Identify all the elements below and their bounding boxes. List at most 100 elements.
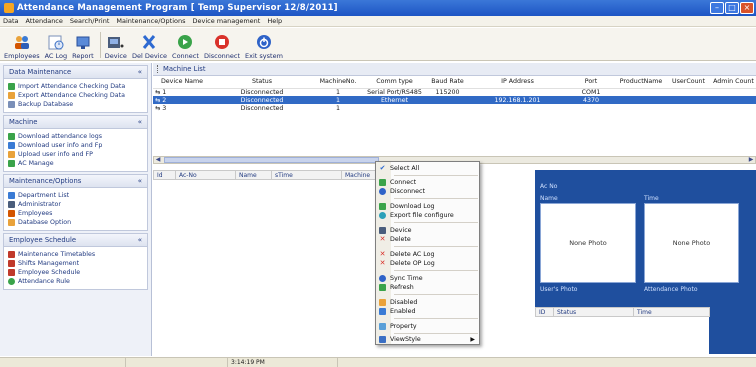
- status-bar: 3:14:19 PM: [0, 357, 756, 367]
- department-icon: [8, 192, 15, 199]
- menu-disconnect[interactable]: Disconnect: [379, 187, 479, 196]
- section-maintenance-options[interactable]: Maintenance/Options «: [3, 174, 148, 188]
- col-ac-no[interactable]: Ac-No: [175, 170, 236, 180]
- menu-sync-time[interactable]: Sync Time: [379, 274, 479, 283]
- connect-button[interactable]: Connect: [172, 29, 199, 60]
- photo-log-body: [535, 317, 709, 354]
- close-button[interactable]: ×: [740, 2, 754, 14]
- col-photo-id[interactable]: ID: [535, 307, 554, 317]
- delete-icon: ✕: [379, 235, 386, 243]
- table-row[interactable]: ⇆ 3 Disconnected 1: [153, 104, 756, 112]
- nav-ac-manage[interactable]: AC Manage: [8, 159, 143, 168]
- menu-disabled[interactable]: Disabled: [379, 298, 479, 307]
- menu-delete-op-log[interactable]: ✕ Delete OP Log: [379, 259, 479, 268]
- menu-select-all[interactable]: ✔ Select All: [379, 164, 479, 173]
- menu-delete[interactable]: ✕ Delete: [379, 235, 479, 244]
- clock-icon: [46, 34, 66, 50]
- col-port[interactable]: Port: [566, 76, 616, 89]
- minimize-button[interactable]: –: [710, 2, 724, 14]
- menu-attendance[interactable]: Attendance: [26, 17, 63, 25]
- machine-body: Download attendance logs Download user i…: [3, 129, 148, 172]
- download-icon: [8, 133, 15, 140]
- ac-log-button[interactable]: AC Log: [45, 29, 67, 60]
- status-time: 3:14:19 PM: [228, 358, 338, 367]
- menu-help[interactable]: Help: [267, 17, 282, 25]
- col-machine-no[interactable]: MachineNo.: [313, 76, 363, 89]
- menu-maintenance-options[interactable]: Maintenance/Options: [116, 17, 185, 25]
- section-data-maintenance[interactable]: Data Maintenance «: [3, 65, 148, 79]
- nav-department-list[interactable]: Department List: [8, 191, 143, 200]
- scroll-left-icon[interactable]: ◀: [154, 157, 162, 163]
- menu-connect[interactable]: Connect: [379, 178, 479, 187]
- del-device-button[interactable]: Del Device: [132, 29, 167, 60]
- menu-property[interactable]: Property: [379, 322, 479, 331]
- nav-employees[interactable]: Employees: [8, 209, 143, 218]
- report-button[interactable]: Report: [72, 29, 94, 60]
- menu-refresh[interactable]: Refresh: [379, 283, 479, 292]
- maximize-button[interactable]: □: [725, 2, 739, 14]
- nav-maintenance-timetables[interactable]: Maintenance Timetables: [8, 250, 143, 259]
- device-button[interactable]: Device: [105, 29, 127, 60]
- col-admin-count[interactable]: Admin Count: [711, 76, 756, 89]
- menu-data[interactable]: Data: [3, 17, 19, 25]
- col-user-count[interactable]: UserCount: [666, 76, 711, 89]
- section-machine[interactable]: Machine «: [3, 115, 148, 129]
- download-user-icon: [8, 142, 15, 149]
- collapse-icon[interactable]: «: [138, 68, 142, 76]
- menu-enabled[interactable]: Enabled: [379, 307, 479, 316]
- menu-download-log[interactable]: Download Log: [379, 202, 479, 211]
- context-menu: ✔ Select All Connect Disconnect Download …: [375, 161, 480, 345]
- nav-download-logs[interactable]: Download attendance logs: [8, 132, 143, 141]
- upload-icon: [8, 151, 15, 158]
- name-label: Name: [540, 195, 558, 202]
- nav-attendance-rule[interactable]: Attendance Rule: [8, 277, 143, 286]
- collapse-icon[interactable]: «: [138, 177, 142, 185]
- col-ip-address[interactable]: IP Address: [469, 76, 566, 89]
- maintenance-body: Department List Administrator Employees …: [3, 188, 148, 231]
- delete-icon: ✕: [379, 259, 386, 267]
- nav-import-attendance[interactable]: Import Attendance Checking Data: [8, 82, 143, 91]
- col-photo-time[interactable]: Time: [633, 307, 710, 317]
- nav-upload-user-info[interactable]: Upload user info and FP: [8, 150, 143, 159]
- nav-employee-schedule[interactable]: Employee Schedule: [8, 268, 143, 277]
- menu-viewstyle[interactable]: ViewStyle ▶: [379, 335, 479, 344]
- scroll-thumb[interactable]: [164, 157, 379, 163]
- nav-shifts-management[interactable]: Shifts Management: [8, 259, 143, 268]
- property-icon: [379, 323, 386, 330]
- check-icon: ✔: [379, 164, 386, 172]
- col-device-name[interactable]: Device Name: [153, 76, 211, 89]
- exit-system-button[interactable]: Exit system: [245, 29, 283, 60]
- nav-download-user-info[interactable]: Download user info and Fp: [8, 141, 143, 150]
- menu-device[interactable]: Device: [379, 226, 479, 235]
- nav-administrator[interactable]: Administrator: [8, 200, 143, 209]
- collapse-icon[interactable]: «: [138, 236, 142, 244]
- col-baud-rate[interactable]: Baud Rate: [426, 76, 469, 89]
- menu-export-file-configure[interactable]: Export file configure: [379, 211, 479, 220]
- menu-bar: Data Attendance Search/Print Maintenance…: [0, 16, 756, 27]
- col-id[interactable]: Id: [153, 170, 176, 180]
- col-photo-status[interactable]: Status: [553, 307, 634, 317]
- col-status[interactable]: Status: [211, 76, 313, 89]
- employees-button[interactable]: Employees: [4, 29, 40, 60]
- schedule-body: Maintenance Timetables Shifts Management…: [3, 247, 148, 290]
- nav-database-option[interactable]: Database Option: [8, 218, 143, 227]
- table-row[interactable]: ⇆ 1 Disconnected 1 Serial Port/RS485 11520…: [153, 88, 756, 96]
- disconnect-button[interactable]: Disconnect: [204, 29, 240, 60]
- scroll-right-icon[interactable]: ▶: [747, 157, 755, 163]
- menu-delete-ac-log[interactable]: ✕ Delete AC Log: [379, 250, 479, 259]
- section-employee-schedule[interactable]: Employee Schedule «: [3, 233, 148, 247]
- col-product-name[interactable]: ProductName: [616, 76, 666, 89]
- nav-backup-database[interactable]: Backup Database: [8, 100, 143, 109]
- col-stime[interactable]: sTime: [271, 170, 342, 180]
- schedule-icon: [8, 269, 15, 276]
- viewstyle-icon: [379, 336, 386, 343]
- collapse-icon[interactable]: «: [138, 118, 142, 126]
- menu-search-print[interactable]: Search/Print: [70, 17, 109, 25]
- col-comm-type[interactable]: Comm type: [363, 76, 426, 89]
- nav-export-attendance[interactable]: Export Attendance Checking Data: [8, 91, 143, 100]
- table-row-selected[interactable]: ⇆ 2 Disconnected 1 Ethernet 192.168.1.201…: [153, 96, 756, 104]
- menu-device-management[interactable]: Device management: [193, 17, 261, 25]
- col-name[interactable]: Name: [235, 170, 272, 180]
- photo-panel: Ac No Name Time None Photo None Photo Us…: [535, 170, 756, 354]
- export-icon: [379, 212, 386, 219]
